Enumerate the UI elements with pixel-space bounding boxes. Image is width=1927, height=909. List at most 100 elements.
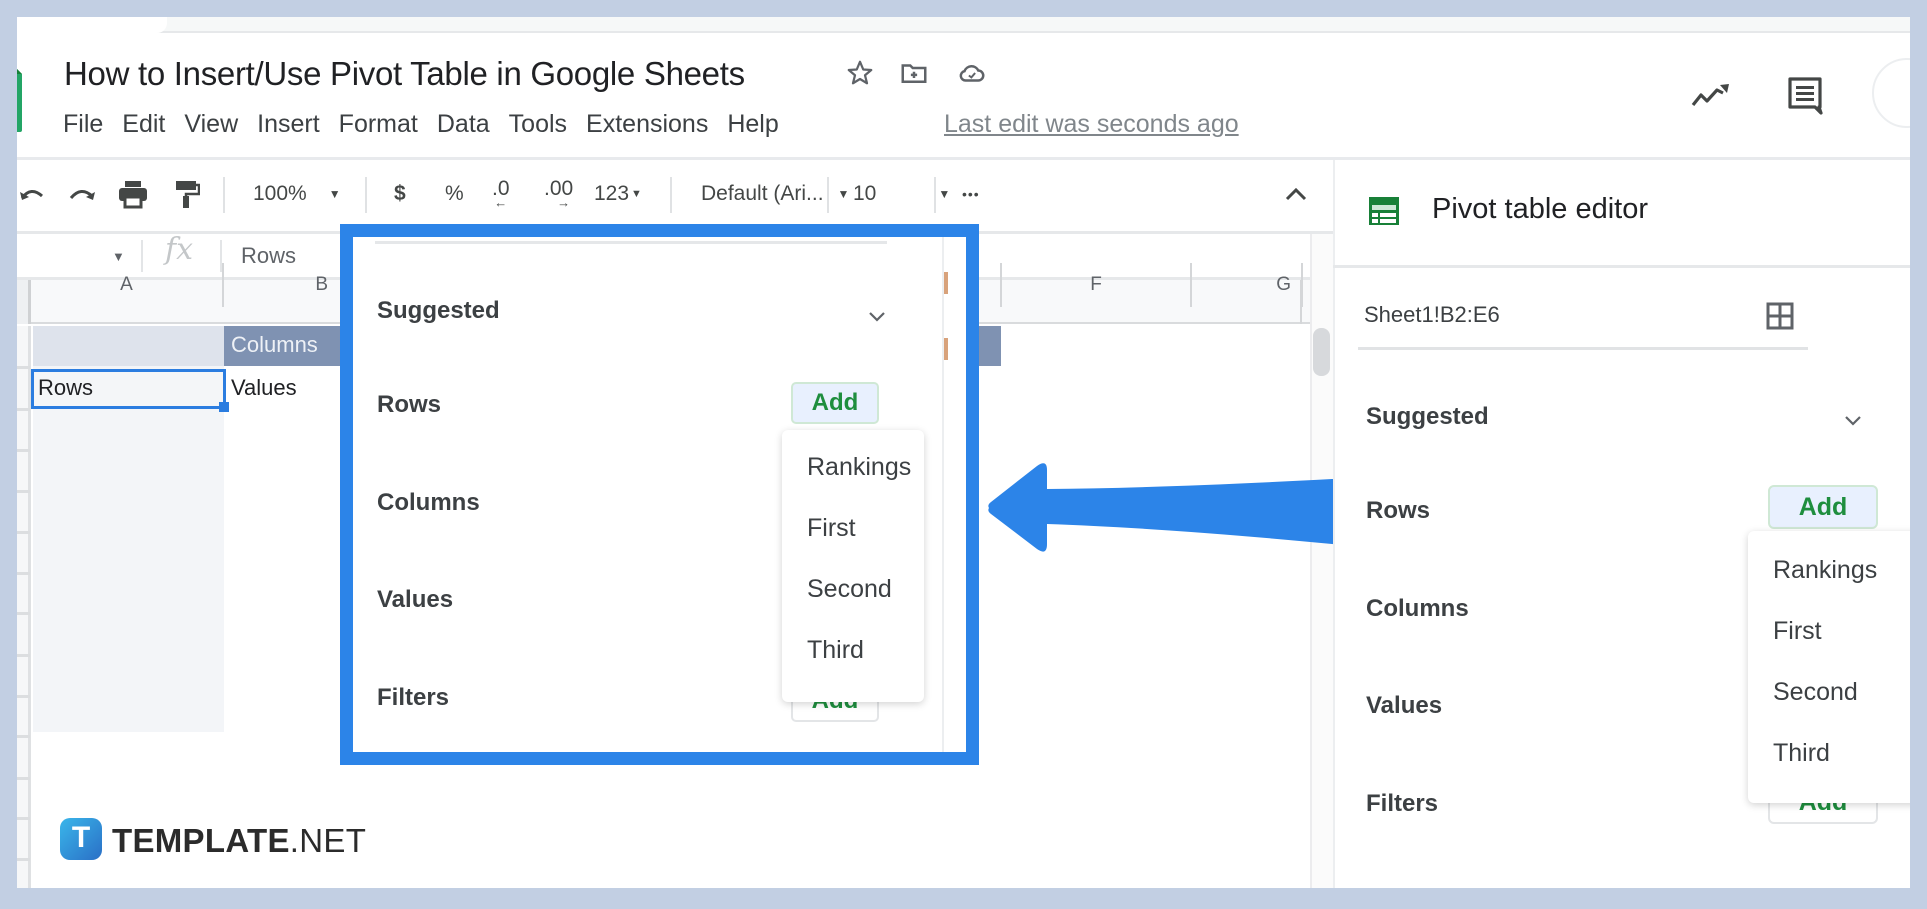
toolbar-separator bbox=[934, 177, 936, 213]
callout-option-first[interactable]: First bbox=[807, 514, 856, 543]
comments-icon[interactable] bbox=[1787, 76, 1823, 116]
font-dropdown-arrow-icon: ▼ bbox=[837, 187, 850, 201]
document-title[interactable]: How to Insert/Use Pivot Table in Google … bbox=[64, 55, 745, 93]
cell-a2-text: Rows bbox=[38, 375, 94, 400]
rows-label: Rows bbox=[1366, 497, 1431, 524]
chevron-up-icon bbox=[1285, 187, 1307, 201]
highlight-callout-box: Suggested Rows Add Columns Values Filter… bbox=[340, 224, 979, 765]
vertical-scrollbar-thumb[interactable] bbox=[1313, 328, 1330, 376]
menu-tools[interactable]: Tools bbox=[509, 110, 567, 139]
format-currency-button[interactable]: $ bbox=[394, 165, 406, 223]
menu-help[interactable]: Help bbox=[727, 110, 778, 139]
print-button[interactable] bbox=[117, 165, 149, 223]
callout-add-field-dropdown: Rankings First Second Third bbox=[782, 430, 924, 702]
cloud-saved-icon[interactable] bbox=[957, 58, 987, 88]
logo-mark-letter: T bbox=[71, 821, 91, 854]
select-data-range-icon[interactable] bbox=[1766, 302, 1794, 330]
callout-option-rankings[interactable]: Rankings bbox=[807, 453, 911, 482]
menu-format[interactable]: Format bbox=[339, 110, 418, 139]
toolbar-separator bbox=[365, 177, 367, 213]
callout-rows-add-button[interactable]: Add bbox=[791, 382, 879, 424]
cell-b1-text: Columns bbox=[231, 332, 318, 357]
zoom-value: 100% bbox=[253, 182, 307, 205]
callout-option-third[interactable]: Third bbox=[807, 636, 864, 665]
zoom-dropdown-arrow-icon: ▼ bbox=[328, 187, 341, 201]
cell-b2-text: Values bbox=[231, 375, 297, 400]
zoom-select[interactable]: 100% ▼ bbox=[253, 165, 341, 223]
menu-file[interactable]: File bbox=[63, 110, 103, 139]
option-third[interactable]: Third bbox=[1773, 739, 1830, 768]
collapse-menus-button[interactable] bbox=[1285, 165, 1307, 223]
format-percent-button[interactable]: % bbox=[445, 165, 464, 223]
values-label: Values bbox=[1366, 692, 1443, 719]
row-header-gutter bbox=[17, 326, 31, 888]
pivot-editor-header-divider bbox=[1333, 265, 1910, 268]
frame-border-right bbox=[1910, 0, 1927, 909]
callout-suggested-label: Suggested bbox=[377, 297, 500, 324]
more-options-button[interactable]: ••• bbox=[962, 165, 980, 223]
data-range-underline bbox=[1358, 347, 1808, 350]
menu-bar: File Edit View Insert Format Data Tools … bbox=[63, 110, 798, 139]
paint-format-icon bbox=[176, 181, 200, 208]
option-first[interactable]: First bbox=[1773, 617, 1822, 646]
filters-label: Filters bbox=[1366, 790, 1439, 817]
menu-insert[interactable]: Insert bbox=[257, 110, 320, 139]
column-header-a[interactable]: A bbox=[31, 263, 224, 307]
pointer-arrow-icon bbox=[988, 463, 1341, 552]
star-icon[interactable] bbox=[845, 58, 875, 88]
decrease-decimal-button[interactable]: .0 ← bbox=[492, 165, 510, 223]
font-family-value: Default (Ari... bbox=[701, 182, 824, 205]
increase-decimal-button[interactable]: .00 → bbox=[544, 165, 573, 223]
font-size-dropdown-arrow-icon: ▼ bbox=[938, 187, 951, 201]
select-all-corner[interactable] bbox=[17, 280, 31, 324]
callout-option-second[interactable]: Second bbox=[807, 575, 892, 604]
column-header-f[interactable]: F bbox=[1000, 263, 1192, 307]
last-edit-link[interactable]: Last edit was seconds ago bbox=[944, 110, 1239, 139]
logo-brand-bold: TEMPLATE bbox=[112, 822, 290, 859]
browser-tab-strip bbox=[17, 17, 1910, 33]
arrow-left-icon: ← bbox=[494, 195, 508, 210]
move-to-folder-icon[interactable] bbox=[899, 58, 929, 88]
underlying-text-fragment bbox=[944, 338, 948, 360]
undo-button[interactable] bbox=[19, 165, 45, 223]
toolbar-separator bbox=[670, 177, 672, 213]
fill-handle[interactable] bbox=[219, 402, 229, 412]
callout-chevron-down-icon[interactable] bbox=[867, 309, 887, 323]
menu-data[interactable]: Data bbox=[437, 110, 490, 139]
add-field-dropdown: Rankings First Second Third bbox=[1748, 531, 1927, 803]
redo-button[interactable] bbox=[67, 165, 97, 223]
frame-border-bottom bbox=[0, 888, 1927, 909]
option-second[interactable]: Second bbox=[1773, 678, 1858, 707]
column-header-g[interactable]: G bbox=[1192, 263, 1303, 307]
activity-trend-icon[interactable] bbox=[1690, 80, 1732, 110]
number-format-label: 123 bbox=[594, 182, 630, 205]
callout-panel-edge bbox=[942, 237, 944, 752]
callout-columns-label: Columns bbox=[377, 489, 480, 516]
frame-border-top bbox=[0, 0, 1927, 17]
option-rankings[interactable]: Rankings bbox=[1773, 556, 1877, 585]
columns-label: Columns bbox=[1366, 595, 1469, 622]
suggested-chevron-down-icon[interactable] bbox=[1843, 413, 1863, 427]
pivot-table-icon bbox=[1369, 197, 1399, 225]
cell-a1[interactable] bbox=[33, 326, 224, 366]
column-header-b[interactable]: B bbox=[224, 263, 344, 307]
name-box-dropdown-arrow-icon[interactable]: ▼ bbox=[112, 249, 125, 264]
frame-border-left bbox=[0, 0, 17, 909]
grid-edge bbox=[1300, 280, 1302, 324]
pivot-editor-title: Pivot table editor bbox=[1432, 193, 1649, 225]
print-icon bbox=[119, 181, 147, 209]
menu-edit[interactable]: Edit bbox=[122, 110, 165, 139]
menu-extensions[interactable]: Extensions bbox=[586, 110, 708, 139]
callout-values-label: Values bbox=[377, 586, 454, 613]
logo-brand-suffix: .NET bbox=[289, 822, 367, 859]
data-range-input[interactable]: Sheet1!B2:E6 bbox=[1364, 302, 1500, 328]
menu-view[interactable]: View bbox=[184, 110, 238, 139]
fx-icon: fx bbox=[165, 232, 194, 267]
callout-filters-label: Filters bbox=[377, 684, 450, 711]
number-format-select[interactable]: 123 ▼ bbox=[594, 165, 642, 223]
callout-rows-label: Rows bbox=[377, 391, 442, 418]
rows-add-button[interactable]: Add bbox=[1768, 485, 1878, 529]
template-net-logo-icon: T bbox=[60, 818, 102, 860]
paint-format-button[interactable] bbox=[174, 165, 200, 223]
undo-icon bbox=[20, 190, 44, 200]
